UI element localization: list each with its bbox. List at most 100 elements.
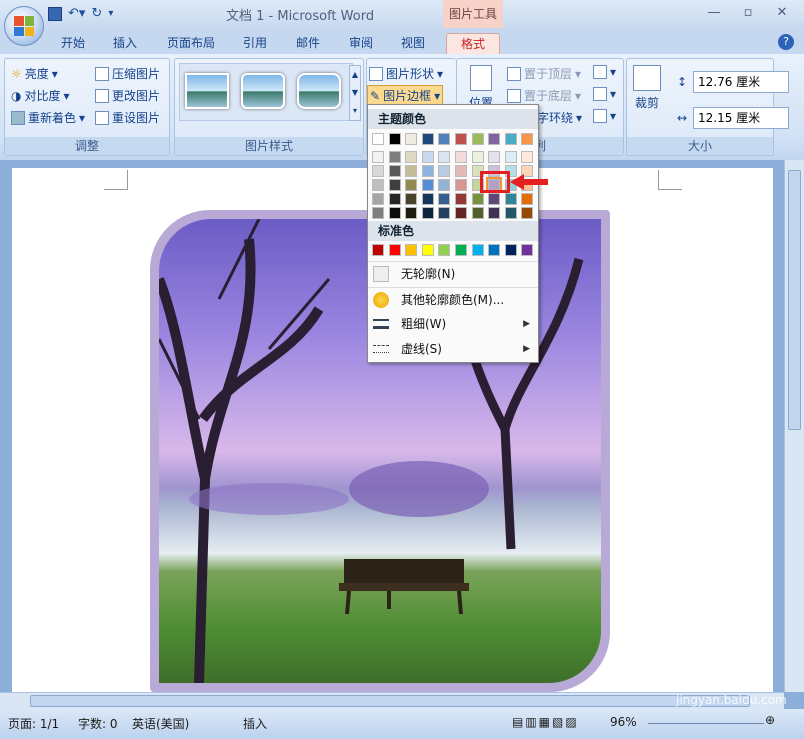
theme-color-swatch[interactable] xyxy=(421,133,434,145)
qat-customize-icon[interactable]: ▾ xyxy=(108,8,113,19)
picture-border-button[interactable]: ✎ 图片边框 ▾ xyxy=(367,85,444,106)
office-button[interactable] xyxy=(4,6,44,46)
theme-color-swatch[interactable] xyxy=(488,133,501,145)
language[interactable]: 英语(美国) xyxy=(132,715,189,732)
theme-shade-swatch[interactable] xyxy=(405,165,418,177)
dashes-item[interactable]: 虚线(S) ▶ xyxy=(368,337,538,361)
insert-mode[interactable]: 插入 xyxy=(243,715,267,732)
zoom-level[interactable]: 96% xyxy=(610,715,637,729)
tab-view[interactable]: 视图 xyxy=(396,33,430,54)
standard-color-swatch[interactable] xyxy=(438,244,451,256)
picture-shape-button[interactable]: 图片形状 ▾ xyxy=(369,65,443,82)
theme-shade-swatch[interactable] xyxy=(471,193,484,205)
theme-shade-swatch[interactable] xyxy=(372,207,384,219)
width-input[interactable]: 12.15 厘米 xyxy=(693,107,789,129)
theme-shade-swatch[interactable] xyxy=(455,207,467,219)
theme-shade-swatch[interactable] xyxy=(488,207,501,219)
crop-button[interactable]: 裁剪 xyxy=(633,65,661,111)
theme-color-swatch[interactable] xyxy=(405,133,418,145)
zoom-in-icon[interactable]: ⊕ xyxy=(765,713,775,727)
theme-shade-swatch[interactable] xyxy=(372,165,384,177)
theme-color-swatch[interactable] xyxy=(388,133,401,145)
theme-shade-swatch[interactable] xyxy=(504,193,517,205)
reset-picture-button[interactable]: 重设图片 xyxy=(95,109,160,126)
standard-color-swatch[interactable] xyxy=(388,244,401,256)
theme-shade-swatch[interactable] xyxy=(521,193,534,205)
theme-shade-swatch[interactable] xyxy=(372,151,384,163)
tab-review[interactable]: 审阅 xyxy=(344,33,378,54)
standard-color-swatch[interactable] xyxy=(372,244,384,256)
align-button[interactable]: ▾ xyxy=(593,65,616,79)
text-wrap-button[interactable]: 字环绕 ▾ xyxy=(537,109,582,126)
theme-shade-swatch[interactable] xyxy=(471,207,484,219)
theme-color-swatch[interactable] xyxy=(372,133,384,145)
standard-color-swatch[interactable] xyxy=(405,244,418,256)
weight-item[interactable]: 粗细(W) ▶ xyxy=(368,312,538,336)
horizontal-scrollbar[interactable] xyxy=(0,692,784,709)
theme-shade-swatch[interactable] xyxy=(388,207,401,219)
theme-shade-swatch[interactable] xyxy=(488,193,501,205)
theme-shade-swatch[interactable] xyxy=(421,151,434,163)
standard-color-swatch[interactable] xyxy=(488,244,501,256)
send-back-button[interactable]: 置于底层 ▾ xyxy=(507,87,581,104)
maximize-button[interactable]: ▫ xyxy=(734,4,762,22)
bring-front-button[interactable]: 置于顶层 ▾ xyxy=(507,65,581,82)
theme-shade-swatch[interactable] xyxy=(504,207,517,219)
theme-shade-swatch[interactable] xyxy=(405,193,418,205)
theme-shade-swatch[interactable] xyxy=(521,151,534,163)
theme-shade-swatch[interactable] xyxy=(421,179,434,191)
rotate-button[interactable]: ▾ xyxy=(593,109,616,123)
group-objects-button[interactable]: ▾ xyxy=(593,87,616,101)
theme-shade-swatch[interactable] xyxy=(388,165,401,177)
change-picture-button[interactable]: 更改图片 xyxy=(95,87,160,104)
tab-mailings[interactable]: 邮件 xyxy=(291,33,325,54)
theme-color-swatch[interactable] xyxy=(471,133,484,145)
recolor-button[interactable]: 重新着色 ▾ xyxy=(11,109,85,126)
theme-shade-swatch[interactable] xyxy=(455,179,467,191)
standard-color-swatch[interactable] xyxy=(455,244,467,256)
vertical-scrollbar[interactable] xyxy=(784,160,804,692)
gallery-scroll[interactable]: ▲ ▼ ▾ xyxy=(349,65,361,121)
theme-shade-swatch[interactable] xyxy=(438,179,451,191)
standard-color-swatch[interactable] xyxy=(504,244,517,256)
tab-references[interactable]: 引用 xyxy=(238,33,272,54)
brightness-button[interactable]: ☼ 亮度 ▾ xyxy=(11,65,58,82)
theme-shade-swatch[interactable] xyxy=(421,193,434,205)
tab-home[interactable]: 开始 xyxy=(56,33,90,54)
standard-color-swatch[interactable] xyxy=(471,244,484,256)
tab-format[interactable]: 格式 xyxy=(446,33,500,54)
close-button[interactable]: ✕ xyxy=(768,4,796,22)
style-thumb-3[interactable] xyxy=(297,73,341,109)
theme-color-swatch[interactable] xyxy=(455,133,467,145)
view-buttons[interactable]: ▤▥▦▧▨ xyxy=(512,715,579,729)
standard-color-swatch[interactable] xyxy=(421,244,434,256)
theme-shade-swatch[interactable] xyxy=(438,207,451,219)
redo-icon[interactable]: ↻ xyxy=(91,6,102,21)
no-outline-item[interactable]: 无轮廓(N) xyxy=(368,261,538,285)
standard-color-swatch[interactable] xyxy=(521,244,534,256)
theme-shade-swatch[interactable] xyxy=(438,151,451,163)
vertical-scroll-thumb[interactable] xyxy=(788,170,801,430)
undo-icon[interactable]: ↶▾ xyxy=(68,6,85,21)
theme-shade-swatch[interactable] xyxy=(372,193,384,205)
style-thumb-2[interactable] xyxy=(241,73,285,109)
theme-color-swatch[interactable] xyxy=(438,133,451,145)
more-colors-item[interactable]: 其他轮廓颜色(M)... xyxy=(368,287,538,311)
height-input[interactable]: 12.76 厘米 xyxy=(693,71,789,93)
theme-shade-swatch[interactable] xyxy=(438,193,451,205)
theme-shade-swatch[interactable] xyxy=(455,151,467,163)
theme-shade-swatch[interactable] xyxy=(388,193,401,205)
theme-shade-swatch[interactable] xyxy=(455,193,467,205)
theme-shade-swatch[interactable] xyxy=(521,207,534,219)
tab-page-layout[interactable]: 页面布局 xyxy=(163,33,219,54)
contrast-button[interactable]: ◑ 对比度 ▾ xyxy=(11,87,70,104)
theme-shade-swatch[interactable] xyxy=(388,151,401,163)
theme-shade-swatch[interactable] xyxy=(405,151,418,163)
theme-shade-swatch[interactable] xyxy=(388,179,401,191)
theme-shade-swatch[interactable] xyxy=(405,207,418,219)
help-icon[interactable]: ? xyxy=(778,34,794,50)
theme-shade-swatch[interactable] xyxy=(421,165,434,177)
theme-shade-swatch[interactable] xyxy=(488,151,501,163)
horizontal-scroll-thumb[interactable] xyxy=(30,695,750,707)
theme-shade-swatch[interactable] xyxy=(438,165,451,177)
